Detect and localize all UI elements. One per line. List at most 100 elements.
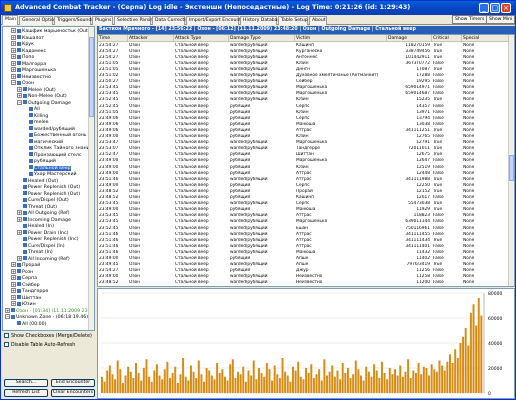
table-cell: 12647 [416,158,430,164]
table-cell: warded/рубящий [230,79,268,85]
refresh-list-button[interactable]: Refresh List [4,389,48,397]
chart-bar [414,373,417,393]
encounter-tree[interactable]: + Кашфик марьиностьк (Out) + Кашалот + Крук + К… [2,26,95,331]
tab-9[interactable]: About [309,16,327,25]
tab-3[interactable]: Plugins [92,16,113,25]
table-cell: Стальной веер [175,54,209,60]
show-mini-button[interactable]: Show Mini [486,15,516,24]
expand-icon[interactable]: + [11,288,16,293]
column-header[interactable]: Time [98,35,128,42]
close-button[interactable]: × [501,3,511,13]
table-cell: Озон [129,158,141,164]
chart-bar [294,370,297,393]
table-scrollbar-thumb[interactable] [509,155,514,181]
damage-table[interactable]: Time Attacker Attack Type Damage Type Victim… [97,34,515,287]
checkbox-icon[interactable] [4,333,9,338]
table-cell: 639011144 [405,219,430,225]
chart-bar [409,378,412,393]
table-cell: Озон [129,79,141,85]
tree-node-label: Отклик Тайного знания [34,146,93,151]
expand-icon[interactable]: + [17,216,22,222]
table-cell: рубящий [230,170,251,176]
expand-icon[interactable]: + [11,60,16,66]
table-cell: 23:49:06 [99,127,119,133]
table-cell: Стальной веер [175,164,209,170]
expand-icon[interactable]: + [11,47,16,53]
tree-scrollbar-thumb[interactable] [89,37,94,117]
chart-bar [370,376,373,393]
expand-icon[interactable]: + [11,28,16,33]
tree-node-label: Melee (Out) [28,87,56,93]
expand-icon[interactable]: + [11,262,16,267]
tab-5[interactable]: Data Correction [152,16,191,25]
table-cell: Стальной веер [175,249,209,255]
chart-bar [103,381,106,393]
tab-1[interactable]: General Options [19,16,59,25]
tree-node-label: Озон - [01:34] (11.11.2009 23:... [16,308,94,314]
expand-icon[interactable]: + [11,294,16,300]
chart-bar [312,378,315,393]
y-tick-label: 80000 [488,291,502,297]
expand-icon[interactable]: + [11,281,16,287]
tree-node-label: Cure/Dispel (In) [28,243,65,249]
tab-8[interactable]: Table Setup [278,16,308,25]
expand-icon[interactable]: + [11,41,16,46]
maximize-button[interactable]: □ [490,3,500,13]
disable-refresh-option[interactable]: Disable Table Auto-Refresh [4,342,75,350]
tab-4[interactable]: Selective Parsing [114,16,156,25]
tab-7[interactable]: History Database [240,16,283,25]
chart-bar [396,375,399,393]
expand-icon[interactable]: + [11,73,16,79]
chart-bar [438,360,441,393]
table-cell: warded/рубящий [230,97,268,103]
minimize-button[interactable]: _ [479,3,489,13]
show-checkboxes-option[interactable]: Show Checkboxes (Merge/Delete) [4,333,92,341]
clear-encounters-button[interactable]: Clear Encounters [51,389,95,397]
tab-6[interactable]: Import/Export Encounters [186,16,248,25]
chart-bar [155,364,158,393]
expand-icon[interactable]: + [11,268,16,274]
expand-icon[interactable]: + [17,229,22,235]
chart-bar [252,360,255,393]
tab-2[interactable]: Triggers/Sounds [54,16,94,25]
column-header[interactable]: Damage [387,35,432,42]
tab-0[interactable]: Main [2,15,18,25]
table-cell: 11258 [416,274,430,280]
table-cell: None [463,79,475,85]
node-icon [23,256,27,260]
end-encounter-button[interactable]: End Encounter [51,379,95,387]
column-header[interactable]: Damage Type [229,35,295,42]
node-icon [17,269,21,273]
table-cell: Стальной веер [175,73,209,78]
expand-icon[interactable]: + [5,307,10,313]
expand-icon[interactable]: + [11,301,16,306]
chart-bar [179,374,182,393]
chart-bar [153,370,156,393]
expand-icon[interactable]: + [17,93,22,98]
collapse-icon[interactable]: − [17,99,22,105]
column-header[interactable]: Victim [295,35,387,42]
collapse-icon[interactable]: − [11,80,16,85]
tree-node[interactable]: All (00:00) [11,321,46,328]
expand-icon[interactable]: + [11,275,16,280]
expand-icon[interactable]: + [11,54,16,59]
y-tick-label: 60000 [488,316,502,322]
search-button[interactable]: Search... [4,379,48,387]
column-header[interactable]: Critical [432,35,462,42]
column-header[interactable]: Special [462,35,509,42]
column-header[interactable]: Attack Type [174,35,229,42]
expand-icon[interactable]: + [11,67,16,72]
show-timers-button[interactable]: Show Timers [452,15,488,24]
damage-chart: 80000 60000 40000 20000 0 [97,288,515,399]
column-header[interactable]: Attacker [128,35,174,42]
expand-icon[interactable]: + [11,34,16,40]
expand-icon[interactable]: + [17,86,22,92]
table-cell: 23:48:52 [99,188,119,194]
table-cell: Юзин [296,97,309,103]
checkbox-icon[interactable] [4,342,9,347]
tree-scrollbar[interactable] [88,27,94,330]
expand-icon[interactable]: + [17,255,22,261]
expand-icon[interactable]: + [17,210,22,215]
collapse-icon[interactable]: − [5,314,10,319]
title-bar[interactable]: Advanced Combat Tracker - (Серпа) Log id… [1,1,515,15]
